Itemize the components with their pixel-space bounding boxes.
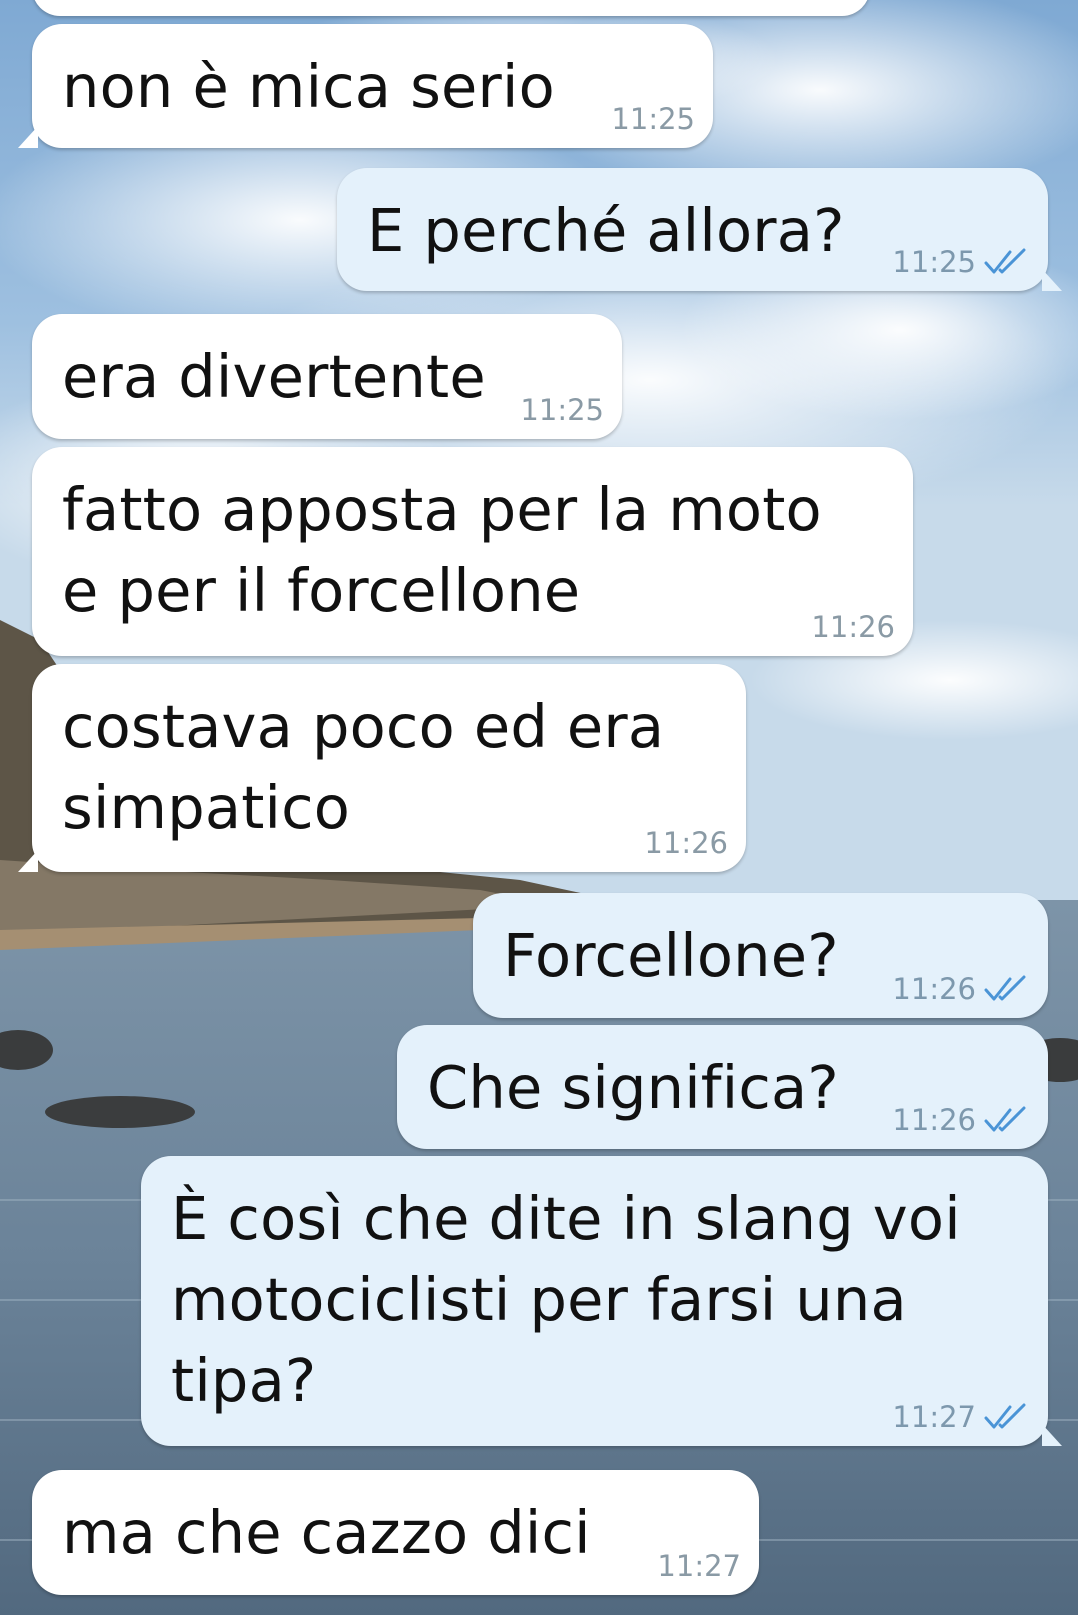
message-text: È così che dite in slang voi motociclist… xyxy=(171,1184,961,1415)
message-meta: 11:27 xyxy=(657,1549,741,1583)
message-time: 11:26 xyxy=(892,1103,976,1137)
message-meta: 11:27 xyxy=(892,1400,1030,1434)
bubble-tail xyxy=(1042,269,1062,291)
message-bubble-incoming[interactable]: fatto apposta per la moto e per il force… xyxy=(32,447,913,656)
message-text: non è mica serio xyxy=(62,52,555,121)
message-bubble-outgoing[interactable]: Forcellone? 11:26 xyxy=(473,893,1048,1018)
double-check-icon xyxy=(984,1106,1026,1132)
message-meta: 11:26 xyxy=(644,826,728,860)
message-text: era divertente xyxy=(62,342,486,411)
message-time: 11:27 xyxy=(892,1400,976,1434)
message-text: costava poco ed era simpatico xyxy=(62,692,665,842)
bubble-tail xyxy=(1042,1424,1062,1446)
bubble-tail xyxy=(18,126,38,148)
message-meta: 11:26 xyxy=(892,1103,1030,1137)
message-meta: 11:25 xyxy=(892,245,1030,279)
message-meta: 11:26 xyxy=(811,610,895,644)
double-check-icon xyxy=(984,975,1026,1001)
message-bubble-incoming[interactable]: costava poco ed era simpatico 11:26 xyxy=(18,664,746,872)
double-check-icon xyxy=(984,248,1026,274)
message-time: 11:25 xyxy=(892,245,976,279)
message-meta: 11:26 xyxy=(892,972,1030,1006)
message-time: 11:26 xyxy=(892,972,976,1006)
double-check-icon xyxy=(984,1403,1026,1429)
message-time: 11:26 xyxy=(644,826,728,860)
message-time: 11:26 xyxy=(811,610,895,644)
message-bubble-incoming[interactable]: ma che cazzo dici 11:27 xyxy=(32,1470,759,1595)
message-bubble-incoming[interactable]: non è mica serio 11:25 xyxy=(18,24,713,148)
message-time: 11:27 xyxy=(657,1549,741,1583)
message-text: ma che cazzo dici xyxy=(62,1498,591,1567)
bubble-tail xyxy=(18,850,38,872)
message-bubble-outgoing[interactable]: È così che dite in slang voi motociclist… xyxy=(141,1156,1062,1446)
message-time: 11:25 xyxy=(520,393,604,427)
message-bubble-outgoing[interactable]: E perché allora? 11:25 xyxy=(337,168,1062,291)
message-bubble-partial[interactable] xyxy=(32,0,870,16)
message-time: 11:25 xyxy=(611,102,695,136)
message-text: fatto apposta per la moto e per il force… xyxy=(62,475,822,625)
message-meta: 11:25 xyxy=(611,102,695,136)
message-bubble-outgoing[interactable]: Che significa? 11:26 xyxy=(397,1025,1048,1149)
message-bubble-incoming[interactable]: era divertente 11:25 xyxy=(32,314,622,439)
message-meta: 11:25 xyxy=(520,393,604,427)
